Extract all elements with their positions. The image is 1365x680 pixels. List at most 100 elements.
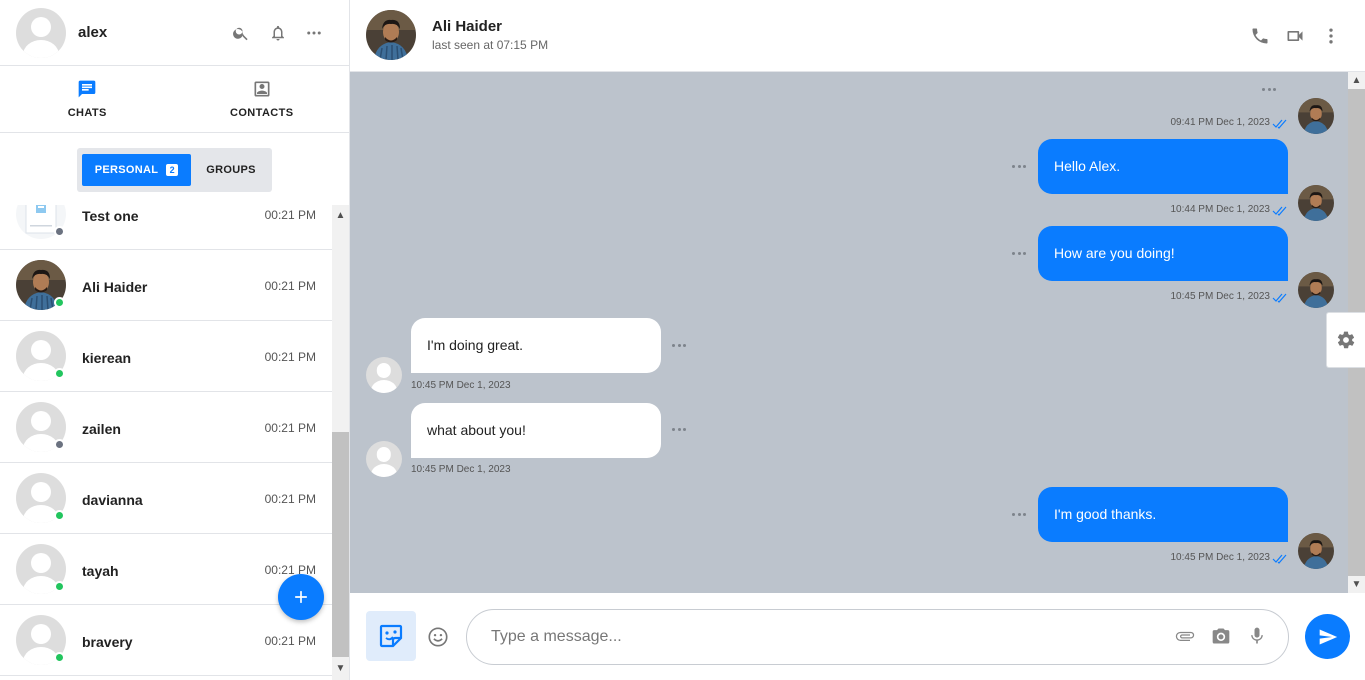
sender-avatar <box>1298 185 1334 221</box>
personal-tab[interactable]: PERSONAL 2 <box>82 154 191 186</box>
profile-photo <box>1298 98 1334 134</box>
offline-status-dot <box>54 439 65 450</box>
message-input[interactable] <box>466 609 1289 665</box>
chat-name: davianna <box>82 492 143 508</box>
chat-time: 00:21 PM <box>264 421 316 435</box>
online-status-dot <box>54 368 65 379</box>
chat-icon <box>78 80 96 98</box>
message-options-icon[interactable] <box>1262 88 1276 92</box>
offline-status-dot <box>54 226 65 237</box>
last-seen-status: last seen at 07:15 PM <box>432 38 549 52</box>
sticker-button[interactable] <box>366 611 416 661</box>
sender-avatar <box>1298 98 1334 134</box>
my-avatar[interactable] <box>16 8 66 58</box>
outgoing-message[interactable]: Hello Alex. <box>1038 139 1288 194</box>
scroll-down-arrow-icon[interactable]: ▼ <box>332 660 349 677</box>
chat-name: Ali Haider <box>82 279 148 295</box>
more-horizontal-icon <box>307 31 321 35</box>
video-camera-icon <box>1287 31 1303 41</box>
incoming-message[interactable]: I'm doing great. <box>411 318 661 373</box>
chat-time: 00:21 PM <box>264 208 316 222</box>
outgoing-message[interactable]: How are you doing! <box>1038 226 1288 281</box>
chat-name: kierean <box>82 350 132 366</box>
more-options-button[interactable] <box>303 22 325 44</box>
tab-contacts-label: CONTACTS <box>230 107 294 119</box>
read-receipt-icon <box>1272 206 1287 216</box>
read-receipt-icon <box>1272 119 1287 129</box>
attach-button[interactable] <box>1174 625 1196 647</box>
more-vertical-icon <box>1329 28 1333 44</box>
read-receipt-icon <box>1272 554 1287 564</box>
message-options-icon[interactable] <box>672 428 686 432</box>
chat-time: 00:21 PM <box>264 634 316 648</box>
chat-app: alex CHATS CONTACTS PERSONAL 2 GROUPS Te… <box>0 0 1365 680</box>
chat-name: zailen <box>82 421 121 437</box>
gear-icon <box>1337 331 1355 349</box>
chat-list-item[interactable]: kierean 00:21 PM <box>0 321 332 392</box>
chat-header: Ali Haider last seen at 07:15 PM <box>350 0 1365 72</box>
sender-avatar <box>366 357 402 393</box>
chat-time: 00:21 PM <box>264 279 316 293</box>
groups-tab[interactable]: GROUPS <box>195 154 267 186</box>
contact-avatar[interactable] <box>366 10 416 60</box>
online-status-dot <box>54 581 65 592</box>
tab-chats-label: CHATS <box>67 107 107 119</box>
message-timestamp: 10:44 PM Dec 1, 2023 <box>1170 204 1270 215</box>
voice-call-button[interactable] <box>1249 25 1271 47</box>
chat-list-item[interactable]: davianna 00:21 PM <box>0 463 332 534</box>
emoji-icon <box>428 627 448 647</box>
incoming-message[interactable]: what about you! <box>411 403 661 458</box>
chat-list-item[interactable]: Ali Haider 00:21 PM <box>0 250 332 321</box>
scroll-up-arrow-icon[interactable]: ▲ <box>332 207 349 224</box>
new-chat-button[interactable] <box>278 574 324 620</box>
camera-icon <box>1212 628 1230 644</box>
video-call-button[interactable] <box>1284 25 1306 47</box>
message-timestamp: 10:45 PM Dec 1, 2023 <box>411 380 511 391</box>
profile-photo <box>1298 272 1334 308</box>
notifications-button[interactable] <box>267 22 289 44</box>
sticker-icon <box>379 624 403 648</box>
chat-options-button[interactable] <box>1320 25 1342 47</box>
outgoing-message[interactable]: I'm good thanks. <box>1038 487 1288 542</box>
message-options-icon[interactable] <box>1012 252 1026 256</box>
emoji-button[interactable] <box>426 625 450 649</box>
paperclip-icon <box>1175 631 1195 641</box>
scroll-down-arrow-icon[interactable]: ▼ <box>1348 576 1365 593</box>
message-timestamp: 10:45 PM Dec 1, 2023 <box>1170 552 1270 563</box>
online-status-dot <box>54 652 65 663</box>
microphone-icon <box>1251 627 1263 644</box>
chat-name: bravery <box>82 634 133 650</box>
tab-contacts[interactable]: CONTACTS <box>175 66 350 132</box>
scrollbar-thumb[interactable] <box>332 432 349 657</box>
chat-list-item[interactable]: zailen 00:21 PM <box>0 392 332 463</box>
message-timestamp: 09:41 PM Dec 1, 2023 <box>1170 117 1270 128</box>
plus-icon <box>295 591 307 603</box>
voice-message-button[interactable] <box>1246 625 1268 647</box>
sidebar-header: alex <box>0 0 349 66</box>
send-button[interactable] <box>1305 614 1350 659</box>
contact-name: Ali Haider <box>432 18 503 35</box>
sidebar-tabs: CHATS CONTACTS <box>0 66 349 133</box>
message-options-icon[interactable] <box>1012 513 1026 517</box>
profile-photo <box>1298 185 1334 221</box>
my-username: alex <box>78 24 108 41</box>
search-button[interactable] <box>230 22 252 44</box>
chat-list-scrollbar[interactable]: ▲ ▼ <box>332 205 349 680</box>
read-receipt-icon <box>1272 293 1287 303</box>
camera-button[interactable] <box>1210 625 1232 647</box>
message-options-icon[interactable] <box>672 344 686 348</box>
online-status-dot <box>54 297 65 308</box>
chat-time: 00:21 PM <box>264 492 316 506</box>
profile-photo <box>1298 533 1334 569</box>
scroll-up-arrow-icon[interactable]: ▲ <box>1348 72 1365 89</box>
message-area: 09:41 PM Dec 1, 2023 Hello Alex. 10:44 P… <box>350 72 1348 593</box>
tab-chats[interactable]: CHATS <box>0 66 175 132</box>
message-composer <box>350 593 1365 680</box>
chat-time: 00:21 PM <box>264 350 316 364</box>
settings-button[interactable] <box>1326 312 1365 368</box>
chat-list-item[interactable]: Test one 00:21 PM <box>0 205 332 250</box>
search-icon <box>233 27 248 41</box>
online-status-dot <box>54 510 65 521</box>
message-options-icon[interactable] <box>1012 165 1026 169</box>
chat-list-item[interactable]: bravery 00:21 PM <box>0 605 332 676</box>
